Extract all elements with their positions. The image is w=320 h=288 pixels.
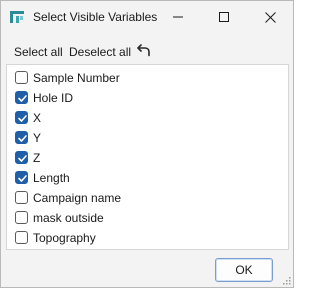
toolbar: Select all Deselect all (1, 39, 293, 65)
checkbox[interactable] (15, 111, 28, 124)
window-title: Select Visible Variables (33, 10, 158, 24)
list-item[interactable]: mask outside (7, 208, 288, 228)
checkmark-icon (18, 175, 27, 182)
list-item[interactable]: Campaign name (7, 188, 288, 208)
deselect-all-button[interactable]: Deselect all (69, 45, 131, 59)
list-item-label: Campaign name (33, 191, 122, 205)
list-item[interactable]: Hole ID (7, 88, 288, 108)
checkbox[interactable] (15, 191, 28, 204)
checkbox[interactable] (15, 91, 28, 104)
close-icon (264, 11, 276, 23)
minimize-button[interactable] (155, 1, 201, 33)
maximize-icon (219, 12, 229, 22)
list-item-label: X (33, 111, 42, 125)
maximize-button[interactable] (201, 1, 247, 33)
list-item-label: Hole ID (33, 91, 74, 105)
list-item-label: Z (33, 151, 41, 165)
checkbox[interactable] (15, 211, 28, 224)
list-item[interactable]: Y (7, 128, 288, 148)
checkbox[interactable] (15, 131, 28, 144)
checkmark-icon (18, 95, 27, 102)
list-item[interactable]: Z (7, 148, 288, 168)
checkbox[interactable] (15, 71, 28, 84)
minimize-icon (173, 16, 183, 18)
checkmark-icon (18, 155, 27, 162)
list-item-label: Sample Number (33, 71, 120, 85)
close-button[interactable] (247, 1, 293, 33)
checkmark-icon (18, 115, 27, 122)
list-item-label: Y (33, 131, 42, 145)
list-item[interactable]: Length (7, 168, 288, 188)
list-item[interactable]: Sample Number (7, 68, 288, 88)
list-item-label: Topography (33, 231, 96, 245)
app-logo-icon (10, 11, 24, 23)
checkmark-icon (18, 135, 27, 142)
list-item[interactable]: X (7, 108, 288, 128)
title-bar[interactable]: Select Visible Variables (1, 1, 293, 33)
ok-button[interactable]: OK (215, 258, 273, 282)
list-item-label: mask outside (33, 211, 104, 225)
checkbox[interactable] (15, 151, 28, 164)
checkbox[interactable] (15, 171, 28, 184)
list-item[interactable]: Topography (7, 228, 288, 248)
resize-grip-icon[interactable] (281, 275, 291, 285)
select-all-button[interactable]: Select all (14, 45, 63, 59)
list-item-label: Length (33, 171, 70, 185)
dialog-window: Select Visible Variables Select all Dese… (0, 0, 294, 288)
checkbox[interactable] (15, 231, 28, 244)
variables-list[interactable]: Sample Number Hole ID X Y Z Length Campaign na… (6, 64, 289, 250)
undo-icon[interactable] (137, 43, 151, 57)
